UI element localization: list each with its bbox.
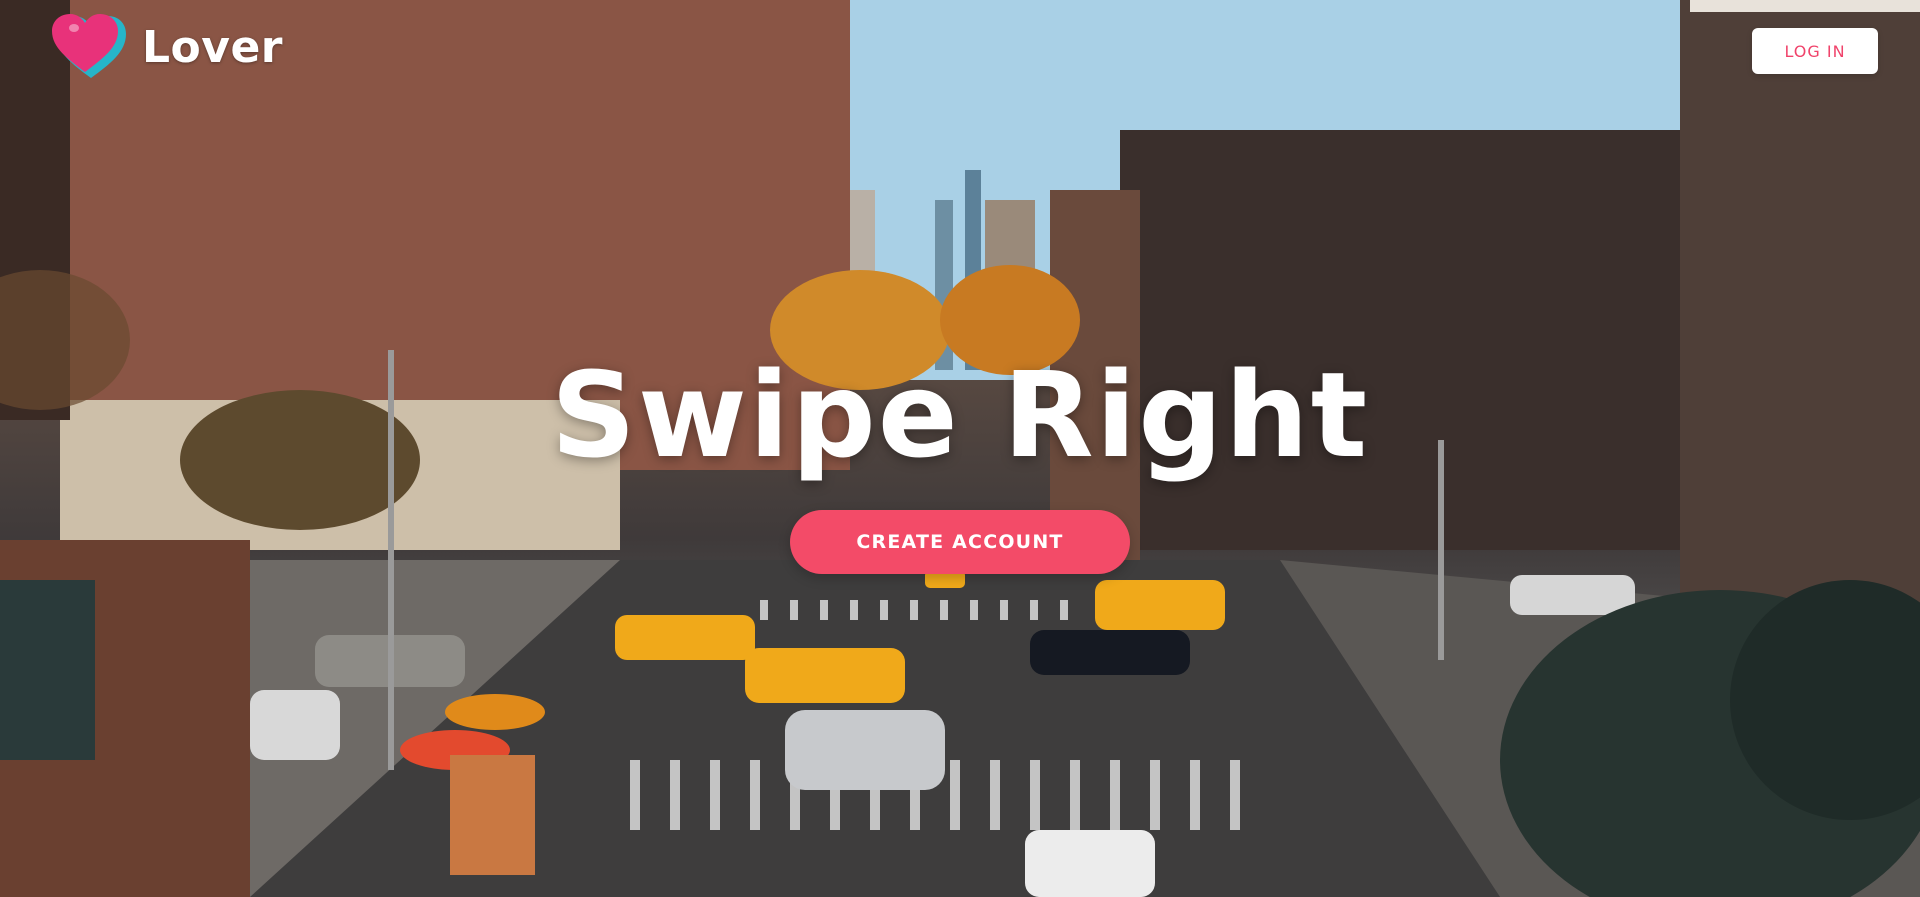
brand-logo[interactable]: Lover — [50, 12, 283, 82]
top-navigation-bar: Lover LOG IN — [0, 0, 1920, 100]
hero-section: Lover LOG IN Swipe Right CREATE ACCOUNT — [0, 0, 1920, 897]
create-account-button[interactable]: CREATE ACCOUNT — [790, 510, 1130, 574]
brand-name: Lover — [142, 21, 283, 73]
hero-content: Swipe Right CREATE ACCOUNT — [0, 350, 1920, 574]
heart-pin-logo-icon — [52, 14, 126, 78]
hero-title: Swipe Right — [550, 346, 1370, 484]
login-button[interactable]: LOG IN — [1752, 28, 1878, 74]
